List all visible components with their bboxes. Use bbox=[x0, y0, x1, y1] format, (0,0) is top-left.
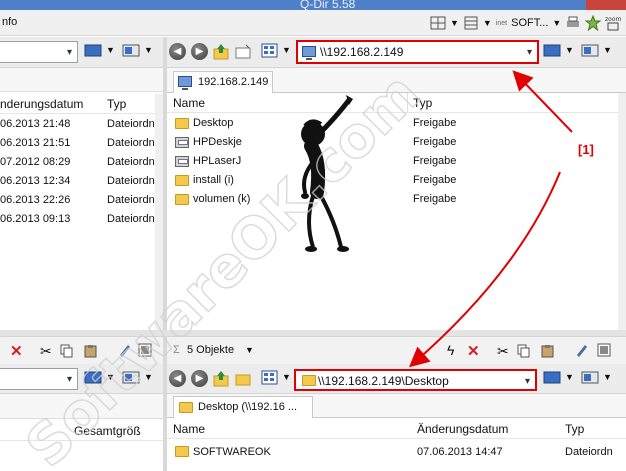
arrow-to-top-address bbox=[512, 70, 573, 133]
annotation-arrows bbox=[408, 70, 573, 368]
annotation-label: [1] bbox=[578, 142, 594, 157]
arrow-to-bottom-address bbox=[408, 171, 561, 368]
